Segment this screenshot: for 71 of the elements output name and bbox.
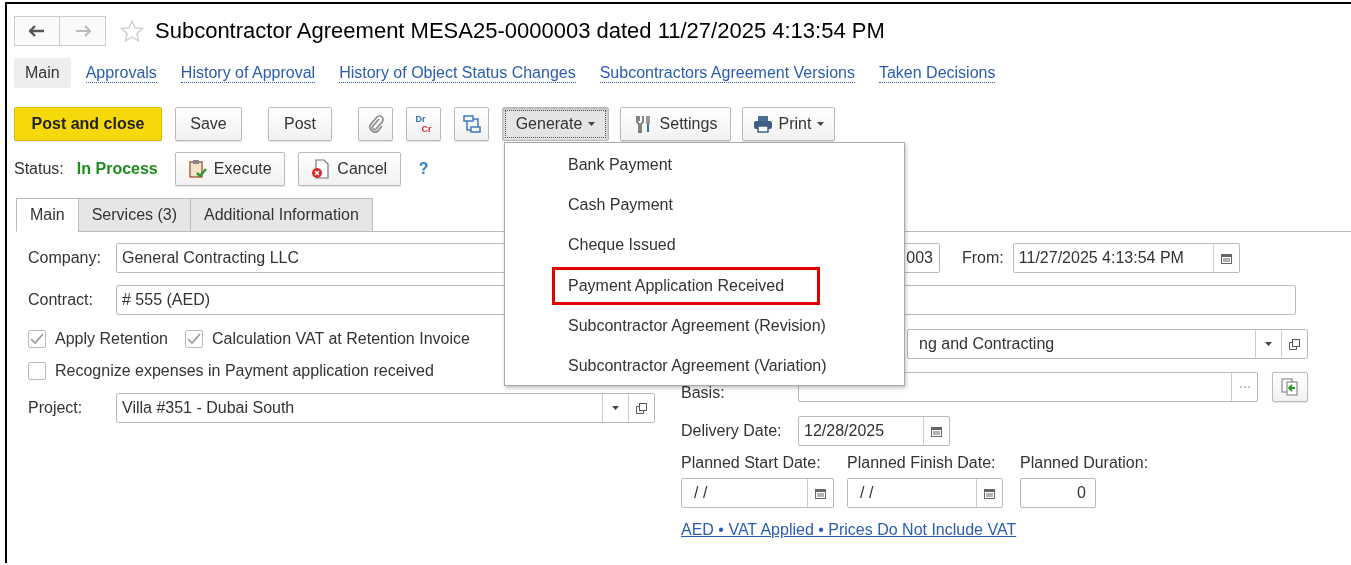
counterparty-field[interactable]: ng and Contracting	[907, 329, 1308, 359]
form-tab[interactable]: Services (3)	[77, 198, 192, 232]
help-link[interactable]: ?	[418, 160, 429, 178]
execute-button[interactable]: Execute	[174, 152, 285, 186]
field-label: From:	[962, 249, 1004, 267]
printer-icon	[752, 115, 773, 133]
cancel-button[interactable]: Cancel	[297, 152, 401, 186]
status-value: In Process	[76, 160, 158, 178]
caret-icon	[1265, 342, 1272, 346]
field-label: Planned Finish Date:	[847, 454, 997, 472]
forward-arrow-icon	[74, 24, 91, 37]
form-tab[interactable]: Main	[16, 198, 79, 232]
caret-icon	[817, 122, 825, 126]
calendar-icon	[815, 487, 826, 499]
clipboard-check-icon	[187, 159, 208, 179]
date-field[interactable]: / /	[847, 478, 1003, 508]
menu-item[interactable]: Bank Payment	[505, 145, 904, 186]
section-link[interactable]: Approvals	[85, 63, 157, 83]
field-label: Project:	[28, 399, 84, 417]
hierarchy-icon	[462, 115, 481, 133]
document-arrow-icon	[1281, 378, 1299, 396]
field-label: Delivery Date:	[681, 422, 783, 440]
checkbox[interactable]: Calculation VAT at Retention Invoice	[184, 330, 470, 348]
attach-button[interactable]	[358, 107, 393, 141]
section-link[interactable]: Taken Decisions	[878, 63, 996, 83]
menu-item[interactable]: Subcontractor Agreement (Variation)	[505, 345, 904, 387]
caret-icon	[612, 406, 619, 410]
field-label: Basis:	[681, 384, 726, 402]
windows-icon	[636, 402, 647, 414]
form-tab[interactable]: Additional Information	[190, 198, 373, 232]
document-delete-icon	[311, 159, 332, 179]
paperclip-icon	[367, 115, 384, 133]
checkmark-icon	[30, 333, 44, 345]
section-link[interactable]: History of Object Status Changes	[339, 63, 576, 83]
calendar-icon	[931, 425, 942, 437]
vat-link[interactable]: AED • VAT Applied • Prices Do Not Include VAT	[681, 521, 1017, 539]
date-field[interactable]: 12/28/2025	[798, 416, 950, 446]
checkbox[interactable]: Apply Retention	[28, 330, 168, 348]
field-label: Planned Duration:	[1020, 454, 1149, 472]
field-label: Planned Start Date:	[681, 454, 822, 472]
section-tab[interactable]: Main	[14, 58, 71, 88]
date-field[interactable]: 11/27/2025 4:13:54 PM	[1012, 243, 1240, 273]
status-label: Status:	[14, 160, 64, 178]
post-and-close-button[interactable]: Post and close	[14, 107, 162, 141]
structure-button[interactable]	[454, 107, 489, 141]
caret-icon	[588, 122, 596, 126]
fill-button[interactable]	[1272, 372, 1308, 402]
menu-item[interactable]: Subcontractor Agreement (Revision)	[505, 305, 904, 346]
section-link[interactable]: Subcontractors Agreement Versions	[599, 63, 855, 83]
checkbox[interactable]: Recognize expenses in Payment application received	[28, 362, 434, 380]
number-field[interactable]: 0	[1020, 478, 1096, 508]
settings-button[interactable]: Settings	[620, 107, 731, 141]
menu-item[interactable]: Cash Payment	[505, 185, 904, 226]
calendar-icon	[1220, 252, 1232, 264]
field-label: Contract:	[28, 291, 94, 309]
star-icon[interactable]	[120, 18, 144, 43]
calendar-icon	[984, 487, 995, 499]
checkmark-icon	[186, 333, 201, 345]
print-button[interactable]: Print	[742, 107, 835, 141]
back-button[interactable]	[14, 15, 60, 46]
generate-button[interactable]: Generate	[502, 107, 609, 141]
debit-credit-button[interactable]: Dr Cr	[406, 107, 441, 141]
back-arrow-icon	[29, 24, 45, 37]
field-label: Company:	[28, 249, 102, 267]
section-link[interactable]: History of Approval	[180, 63, 316, 83]
windows-icon	[1289, 338, 1300, 350]
toolbar-button[interactable]: Post	[268, 107, 332, 141]
project-field[interactable]: Villa #351 - Dubai South	[116, 393, 655, 423]
window-title: Subcontractor Agreement MESA25-0000003 dated 11/27/2025 4:13:54 PM	[155, 17, 885, 44]
toolbar-button[interactable]: Save	[175, 107, 242, 141]
date-field[interactable]: / /	[681, 478, 834, 508]
